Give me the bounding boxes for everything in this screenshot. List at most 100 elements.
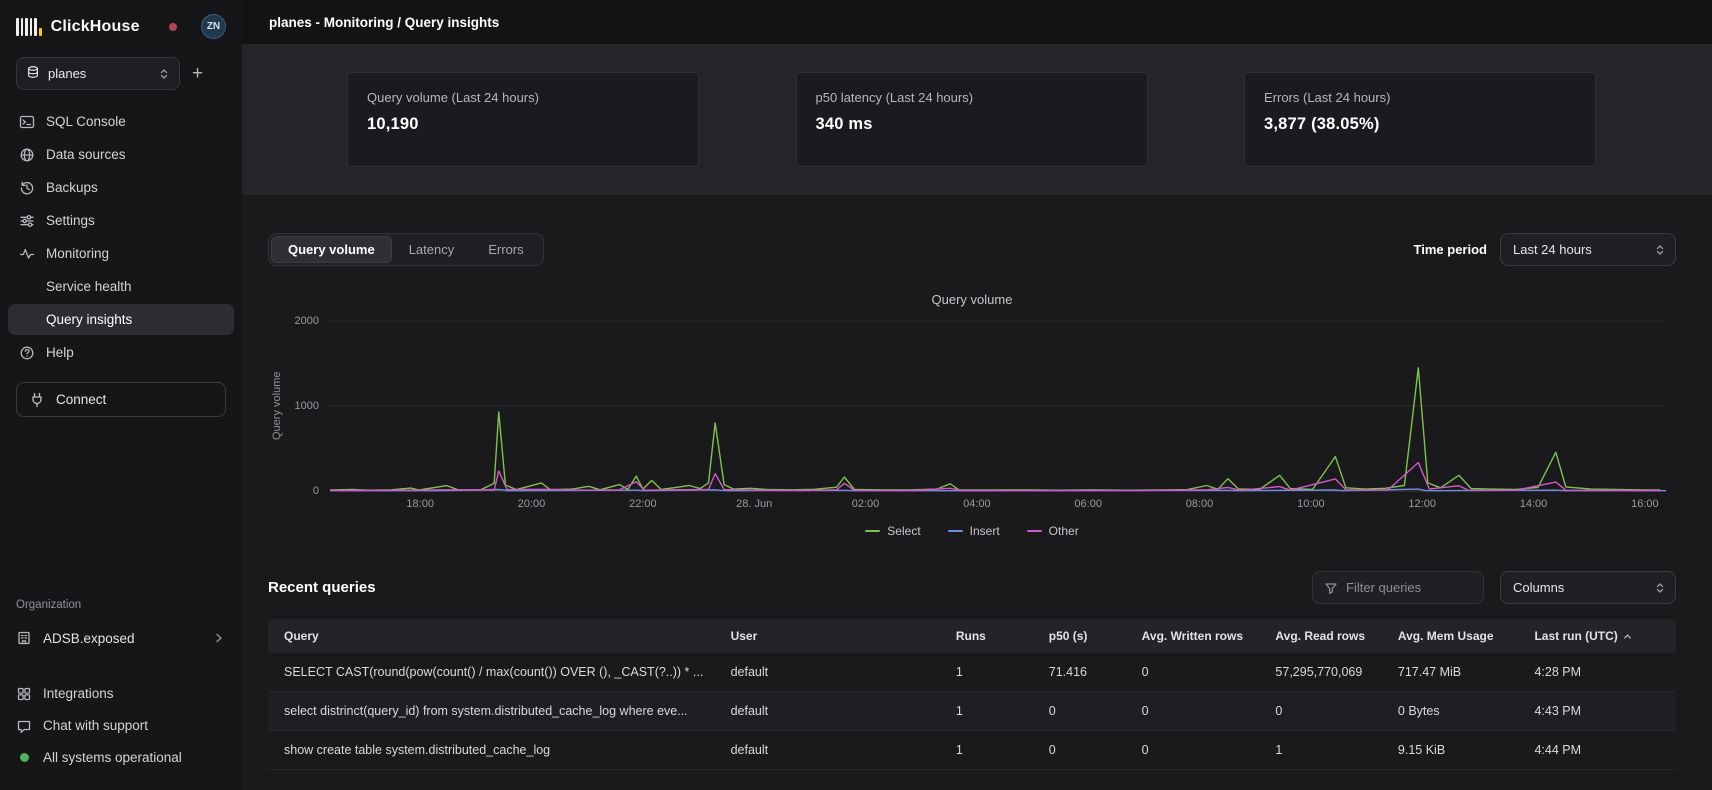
sidebar: ClickHouse ZN planes + SQL C (0, 0, 242, 790)
organization-section-label: Organization (16, 599, 226, 611)
columns-select[interactable]: Columns (1500, 571, 1676, 604)
legend-item-other[interactable]: Other (1027, 524, 1079, 538)
organization-item[interactable]: ADSB.exposed (16, 623, 226, 653)
cell-avg-written: 0 (1130, 653, 1264, 692)
sidebar-footer: Integrations Chat with support All syste… (0, 673, 242, 790)
x-axis-tick: 06:00 (1074, 498, 1102, 510)
sidebar-item-integrations[interactable]: Integrations (16, 679, 226, 708)
x-axis-tick: 18:00 (406, 498, 434, 510)
columns-label: Columns (1513, 580, 1654, 595)
sliders-icon (19, 213, 35, 229)
stat-value: 3,877 (38.05%) (1264, 115, 1576, 134)
sidebar-item-settings[interactable]: Settings (8, 205, 234, 236)
clickhouse-logo-icon (16, 18, 42, 36)
sidebar-item-label: Service health (46, 279, 132, 294)
sidebar-item-sql-console[interactable]: SQL Console (8, 106, 234, 137)
history-icon (19, 180, 35, 196)
tab-query-volume[interactable]: Query volume (271, 236, 392, 263)
chart-tab-group: Query volume Latency Errors (268, 233, 544, 266)
add-service-button[interactable]: + (192, 64, 203, 83)
building-icon (16, 630, 32, 646)
sidebar-item-data-sources[interactable]: Data sources (8, 139, 234, 170)
time-period-value: Last 24 hours (1513, 242, 1654, 257)
table-row[interactable]: SELECT CAST(round(pow(count() / max(coun… (268, 653, 1676, 692)
legend-item-insert[interactable]: Insert (948, 524, 1000, 538)
service-selector[interactable]: planes (16, 57, 180, 90)
sidebar-item-query-insights[interactable]: Query insights (8, 304, 234, 335)
stat-label: Query volume (Last 24 hours) (367, 90, 679, 105)
time-period-label: Time period (1414, 242, 1487, 257)
stat-card-query-volume: Query volume (Last 24 hours) 10,190 (347, 72, 699, 167)
globe-icon (19, 147, 35, 163)
status-ok-icon (20, 753, 29, 762)
sidebar-item-label: Monitoring (46, 246, 109, 261)
main-region: planes - Monitoring / Query insights Que… (242, 0, 1712, 790)
user-avatar[interactable]: ZN (201, 14, 226, 39)
cell-avg-written: 0 (1130, 731, 1264, 770)
col-header-avg-mem[interactable]: Avg. Mem Usage (1386, 619, 1523, 653)
tab-latency[interactable]: Latency (392, 236, 472, 263)
x-axis-tick: 04:00 (963, 498, 991, 510)
table-controls: Columns (1312, 571, 1676, 604)
sidebar-header: ClickHouse ZN (0, 0, 242, 49)
brand[interactable]: ClickHouse (16, 18, 161, 36)
chart-legend: Select Insert Other (268, 524, 1676, 538)
cell-avg-read: 1 (1263, 731, 1385, 770)
activity-icon (19, 246, 35, 262)
col-header-user[interactable]: User (719, 619, 944, 653)
content-region: Query volume Latency Errors Time period … (242, 195, 1712, 790)
legend-item-select[interactable]: Select (865, 524, 920, 538)
cell-runs: 1 (944, 692, 1037, 731)
legend-swatch-icon (948, 530, 963, 532)
x-axis-tick: 28. Jun (736, 498, 772, 510)
legend-label: Select (887, 524, 920, 538)
cell-user: default (719, 653, 944, 692)
cell-avg-mem: 0 Bytes (1386, 692, 1523, 731)
cell-p50: 0 (1037, 731, 1130, 770)
sidebar-item-service-health[interactable]: Service health (8, 271, 234, 302)
col-header-avg-written[interactable]: Avg. Written rows (1130, 619, 1264, 653)
connect-label: Connect (56, 392, 106, 407)
integrations-icon (16, 686, 32, 702)
cell-avg-read: 0 (1263, 692, 1385, 731)
col-header-last-run[interactable]: Last run (UTC) (1522, 619, 1676, 653)
table-row[interactable]: select distrinct(query_id) from system.d… (268, 692, 1676, 731)
sidebar-item-monitoring[interactable]: Monitoring (8, 238, 234, 269)
filter-queries-box[interactable] (1312, 571, 1484, 604)
cell-p50: 0 (1037, 692, 1130, 731)
chat-icon (16, 718, 32, 734)
legend-swatch-icon (1027, 530, 1042, 532)
legend-label: Insert (970, 524, 1000, 538)
y-axis-tick: 1000 (295, 400, 319, 412)
table-row[interactable]: show create table system.distributed_cac… (268, 731, 1676, 770)
cell-user: default (719, 692, 944, 731)
cell-last-run: 4:43 PM (1522, 692, 1676, 731)
workspace-row: planes + (0, 49, 242, 106)
stat-value: 340 ms (816, 115, 1128, 134)
recent-queries-section: Recent queries Columns (268, 571, 1676, 770)
col-header-p50[interactable]: p50 (s) (1037, 619, 1130, 653)
sidebar-item-help[interactable]: Help (8, 337, 234, 368)
x-axis: 18:0020:0022:0028. Jun02:0004:0006:0008:… (330, 491, 1666, 515)
connect-button[interactable]: Connect (16, 382, 226, 417)
tab-errors[interactable]: Errors (471, 236, 540, 263)
col-header-query[interactable]: Query (268, 619, 719, 653)
sidebar-item-backups[interactable]: Backups (8, 172, 234, 203)
terminal-icon (19, 114, 35, 130)
col-header-runs[interactable]: Runs (944, 619, 1037, 653)
time-period-select[interactable]: Last 24 hours (1500, 233, 1676, 266)
organization-name: ADSB.exposed (43, 631, 135, 646)
cell-user: default (719, 731, 944, 770)
time-period-control: Time period Last 24 hours (1414, 233, 1676, 266)
notification-dot-icon (169, 23, 177, 31)
col-header-avg-read[interactable]: Avg. Read rows (1263, 619, 1385, 653)
sidebar-item-chat-support[interactable]: Chat with support (16, 711, 226, 740)
legend-label: Other (1049, 524, 1079, 538)
plot-area[interactable] (330, 321, 1666, 491)
filter-queries-input[interactable] (1346, 580, 1472, 595)
app-root: ClickHouse ZN planes + SQL C (0, 0, 1712, 790)
sidebar-item-label: Settings (46, 213, 95, 228)
system-status-item[interactable]: All systems operational (16, 743, 226, 772)
cell-last-run: 4:28 PM (1522, 653, 1676, 692)
filter-icon (1324, 581, 1338, 595)
